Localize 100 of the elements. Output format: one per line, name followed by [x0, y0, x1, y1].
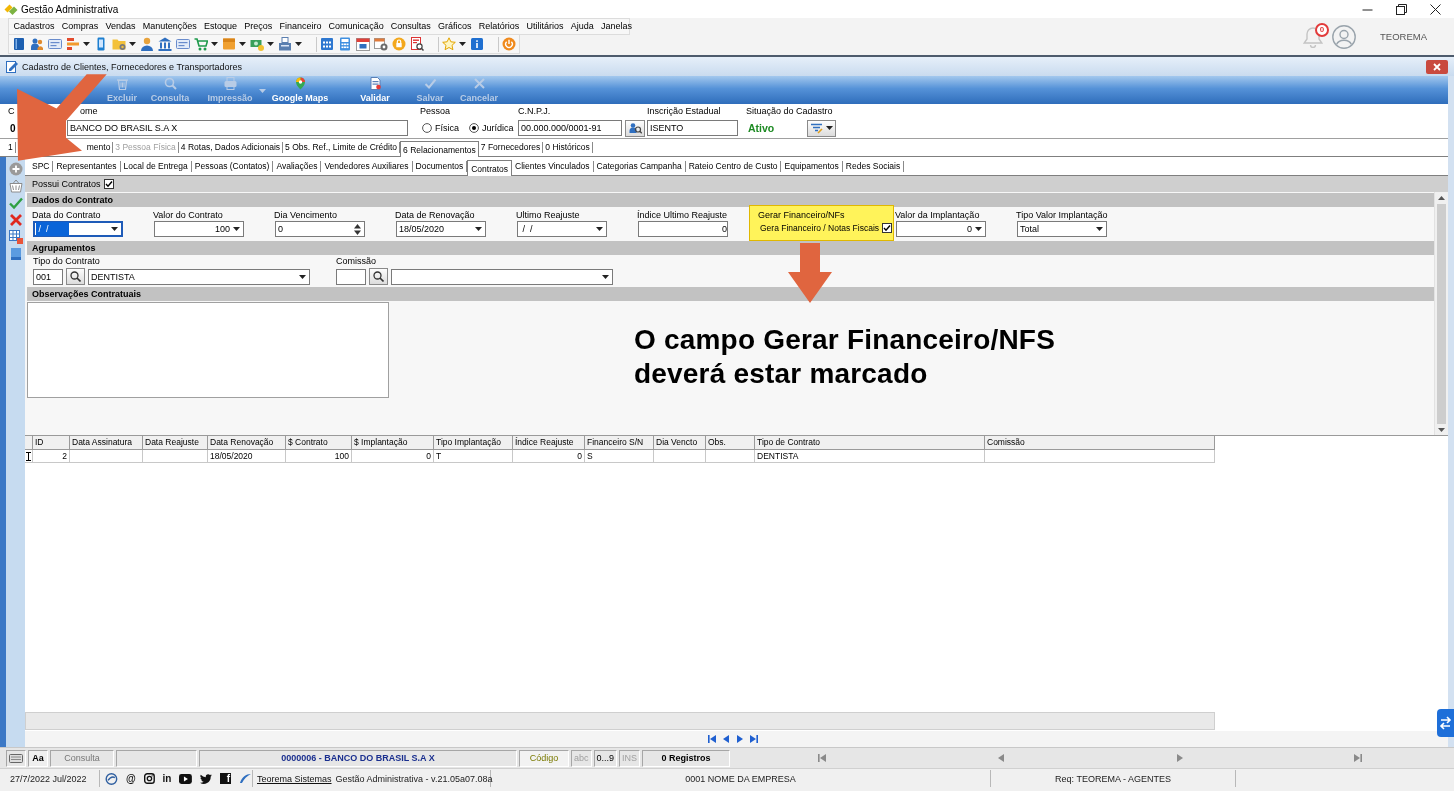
caret-icon[interactable]	[596, 227, 603, 231]
column-header[interactable]: Índice Reajuste	[513, 436, 585, 450]
menu-item[interactable]: Utilitários	[522, 20, 568, 33]
tab[interactable]: Pessoas (Contatos)	[191, 161, 274, 172]
caret-icon[interactable]	[826, 126, 834, 130]
tab[interactable]: SPC	[29, 161, 54, 172]
tab[interactable]: 1	[6, 142, 16, 153]
calendar-gear-icon[interactable]	[374, 37, 388, 51]
menu-item[interactable]: Relatórios	[475, 20, 523, 33]
menu-item[interactable]: Estoque	[200, 20, 241, 33]
name-field[interactable]: BANCO DO BRASIL S.A X	[67, 120, 408, 136]
number-field[interactable]: 0	[896, 221, 986, 237]
caret-icon[interactable]	[295, 42, 302, 46]
calendar-grid-icon[interactable]	[320, 37, 334, 51]
keyboard-icon[interactable]	[9, 753, 23, 763]
star-icon[interactable]	[442, 37, 456, 51]
dropdown-field[interactable]: DENTISTA	[88, 268, 310, 285]
tab[interactable]: Categorias Campanha	[593, 161, 686, 172]
menu-item[interactable]: Preços	[240, 20, 276, 33]
restore-icon[interactable]	[1396, 3, 1407, 15]
previous-icon[interactable]	[996, 754, 1005, 762]
state-registration-field[interactable]: ISENTO	[647, 120, 738, 136]
bell-icon[interactable]	[1303, 25, 1323, 48]
menu-item[interactable]: Compras	[58, 20, 102, 33]
tab[interactable]: 0 Históricos	[543, 142, 593, 153]
document-icon[interactable]	[8, 247, 23, 261]
column-header[interactable]: Data Renovação	[208, 436, 286, 450]
column-header[interactable]: $ Implantação	[352, 436, 434, 450]
checkbox[interactable]	[882, 223, 893, 233]
column-header[interactable]: Comissão	[985, 436, 1215, 450]
bird-icon[interactable]	[200, 773, 213, 784]
column-header[interactable]: ID	[33, 436, 70, 450]
lookup-button[interactable]	[625, 119, 645, 137]
id-card-icon[interactable]	[48, 37, 62, 51]
first-page-icon[interactable]	[817, 754, 826, 762]
column-header[interactable]: Data Reajuste	[143, 436, 208, 450]
date-field[interactable]: / /	[33, 221, 123, 237]
linkedin-icon[interactable]: in	[162, 773, 172, 784]
tab[interactable]: Equipamentos	[781, 161, 843, 172]
menu-item[interactable]: Financeiro	[275, 20, 325, 33]
caret-icon[interactable]	[239, 42, 246, 46]
number-field[interactable]: 100	[154, 221, 244, 237]
info-icon[interactable]	[470, 37, 484, 51]
column-header[interactable]: Data Assinatura	[70, 436, 143, 450]
tab[interactable]: 6 Relacionamentos	[400, 141, 479, 157]
previous-icon[interactable]	[721, 735, 730, 743]
bank-icon[interactable]	[158, 37, 172, 51]
first-page-icon[interactable]	[707, 735, 716, 743]
lookup-button[interactable]	[369, 268, 388, 285]
caret-icon[interactable]	[475, 227, 482, 231]
date-field[interactable]: / /	[517, 221, 607, 237]
table-icon[interactable]	[8, 230, 23, 244]
key-field-button[interactable]: Código	[519, 749, 569, 767]
next-icon[interactable]	[1175, 754, 1184, 762]
caret-icon[interactable]	[267, 42, 274, 46]
filter-button[interactable]	[807, 119, 837, 137]
horizontal-scrollbar[interactable]	[25, 712, 1215, 730]
tab[interactable]: 4 Rotas, Dados Adicionais	[178, 142, 284, 153]
menu-item[interactable]: Comunicação	[325, 20, 388, 33]
tab[interactable]: Contratos	[467, 160, 513, 176]
swap-arrows-icon[interactable]	[1437, 709, 1454, 737]
column-header[interactable]: Financeiro S/N	[585, 436, 654, 450]
vertical-scrollbar[interactable]	[1434, 192, 1448, 435]
bar-chart-icon[interactable]	[66, 37, 80, 51]
id-card-icon[interactable]	[176, 37, 190, 51]
menu-item[interactable]: Gráficos	[434, 20, 476, 33]
cross-icon[interactable]	[8, 213, 23, 227]
tab[interactable]: Redes Sociais	[842, 161, 905, 172]
tab[interactable]: Vendedores Auxiliares	[321, 161, 413, 172]
scroll-up-icon[interactable]	[1438, 196, 1445, 200]
facebook-icon[interactable]: f	[220, 773, 232, 784]
cnpj-field[interactable]: 00.000.000/0001-91	[518, 120, 622, 136]
menu-item[interactable]: Ajuda	[567, 20, 598, 33]
checkbox[interactable]	[103, 179, 114, 189]
last-page-icon[interactable]	[749, 735, 758, 743]
number-field[interactable]: 0	[638, 221, 728, 237]
menu-item[interactable]: Cadastros	[10, 20, 59, 33]
notes-field[interactable]	[27, 302, 389, 398]
caret-icon[interactable]	[299, 274, 306, 279]
date-field[interactable]: 18/05/2020	[396, 221, 486, 237]
caret-icon[interactable]	[111, 227, 118, 231]
column-header[interactable]: Tipo de Contrato	[755, 436, 985, 450]
dropdown-field[interactable]	[391, 268, 613, 285]
caret-icon[interactable]	[129, 42, 136, 46]
tab[interactable]: Avaliações	[273, 161, 322, 172]
tab[interactable]: Clientes Vinculados	[512, 161, 594, 172]
lookup-button[interactable]	[66, 268, 85, 285]
scroll-thumb[interactable]	[1437, 204, 1446, 424]
caret-icon[interactable]	[1096, 227, 1103, 231]
check-icon[interactable]	[8, 196, 23, 210]
at-sign-icon[interactable]: @	[125, 773, 136, 784]
plus-circle-icon[interactable]	[8, 162, 23, 176]
power-icon[interactable]	[502, 37, 516, 51]
tab[interactable]: Representantes	[53, 161, 121, 172]
radio-button[interactable]	[469, 123, 479, 133]
number-field[interactable]: 0	[275, 221, 365, 237]
calendar-icon[interactable]	[356, 37, 370, 51]
play-icon[interactable]	[179, 773, 193, 784]
caret-icon[interactable]	[211, 42, 218, 46]
people-icon[interactable]	[30, 37, 44, 51]
